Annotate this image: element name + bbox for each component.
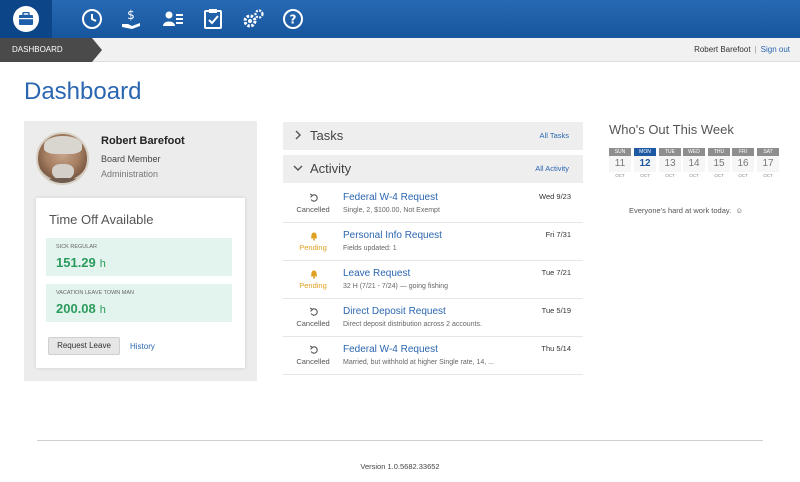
chevron-right-icon [295,130,301,140]
briefcase-icon [13,6,39,32]
avatar [36,132,89,185]
calendar-day[interactable]: SUN 11 OCT [609,148,631,180]
tasks-header[interactable]: Tasks All Tasks [283,122,583,150]
activity-date: Tue 5/19 [541,306,571,315]
calendar-day-today[interactable]: MON 12 OCT [634,148,656,180]
footer-divider [37,440,763,441]
profile-role: Board Member [101,154,161,164]
activity-desc: Fields updated: 1 [343,245,397,252]
activity-desc: Married, but withhold at higher Single r… [343,359,494,366]
smiley-icon: ☺ [735,206,744,215]
undo-icon [309,193,318,202]
svg-text:?: ? [290,13,297,27]
breadcrumb[interactable]: DASHBOARD [0,38,102,62]
activity-desc: Direct deposit distribution across 2 acc… [343,321,482,328]
sign-out-link[interactable]: Sign out [761,45,790,54]
page-title: Dashboard [24,78,142,105]
whos-out-title: Who's Out This Week [609,122,734,137]
activity-date: Wed 9/23 [539,192,571,201]
profile-department: Administration [101,169,159,179]
activity-item[interactable]: Cancelled Federal W-4 Request Married, b… [283,337,583,375]
profile-name: Robert Barefoot [101,135,185,147]
bell-icon [311,270,317,279]
user-links: Robert Barefoot | Sign out [694,38,790,62]
activity-title-link[interactable]: Federal W-4 Request [343,344,438,355]
user-name: Robert Barefoot [694,45,751,54]
request-leave-button[interactable]: Request Leave [48,337,120,355]
calendar-day[interactable]: FRI 16 OCT [732,148,754,180]
activity-title: Activity [310,161,352,176]
activity-header[interactable]: Activity All Activity [283,155,583,183]
calendar-day[interactable]: WED 14 OCT [683,148,705,180]
status-label: Pending [299,281,327,290]
activity-desc: 32 H (7/21 - 7/24) — going fishing [343,283,449,290]
activity-date: Fri 7/31 [545,230,571,239]
breadcrumb-bar: DASHBOARD Robert Barefoot | Sign out [0,38,800,62]
status-label: Cancelled [296,205,330,214]
gears-icon[interactable] [240,6,266,32]
time-off-card: Time Off Available SICK REGULAR 151.29 h … [36,198,245,368]
chevron-down-icon [293,165,303,171]
balance-sick-regular: SICK REGULAR 151.29 h [46,238,232,276]
payroll-hand-icon[interactable]: $ [118,6,144,32]
employee-card-icon[interactable] [160,6,186,32]
divider: | [754,45,757,54]
activity-item[interactable]: Pending Leave Request 32 H (7/21 - 7/24)… [283,261,583,299]
calendar-day[interactable]: THU 15 OCT [708,148,730,180]
clock-icon[interactable] [79,6,105,32]
activity-desc: Single, 2, $100.00, Not Exempt [343,207,440,214]
balance-label: SICK REGULAR [56,244,97,250]
bell-icon [311,232,317,241]
help-icon[interactable]: ? [280,6,306,32]
status-label: Cancelled [296,357,330,366]
calendar-day[interactable]: TUE 13 OCT [659,148,681,180]
version-text: Version 1.0.5682.33652 [360,462,440,471]
calendar-day[interactable]: SAT 17 OCT [757,148,779,180]
svg-text:$: $ [127,8,135,22]
undo-icon [309,345,318,354]
nav-home[interactable] [0,0,52,38]
activity-title-link[interactable]: Personal Info Request [343,230,442,241]
activity-title-link[interactable]: Federal W-4 Request [343,192,438,203]
undo-icon [309,307,318,316]
activity-date: Thu 5/14 [541,344,571,353]
history-link[interactable]: History [130,342,155,351]
balance-value: 151.29 h [56,255,106,270]
status-label: Cancelled [296,319,330,328]
all-activity-link[interactable]: All Activity [535,164,569,173]
activity-item[interactable]: Cancelled Federal W-4 Request Single, 2,… [283,185,583,223]
activity-item[interactable]: Pending Personal Info Request Fields upd… [283,223,583,261]
whos-out-empty: Everyone's hard at work today. ☺ [629,206,744,215]
checklist-icon[interactable] [200,6,226,32]
time-off-title: Time Off Available [49,212,154,227]
activity-item[interactable]: Cancelled Direct Deposit Request Direct … [283,299,583,337]
balance-label: VACATION LEAVE TOWN MAN [56,290,135,296]
tasks-title: Tasks [310,128,344,143]
top-navigation: $ ? [0,0,800,38]
all-tasks-link[interactable]: All Tasks [540,131,569,140]
activity-title-link[interactable]: Direct Deposit Request [343,306,446,317]
activity-title-link[interactable]: Leave Request [343,268,410,279]
status-label: Pending [299,243,327,252]
balance-value: 200.08 h [56,301,106,316]
balance-vacation-leave: VACATION LEAVE TOWN MAN 200.08 h [46,284,232,322]
activity-date: Tue 7/21 [541,268,571,277]
